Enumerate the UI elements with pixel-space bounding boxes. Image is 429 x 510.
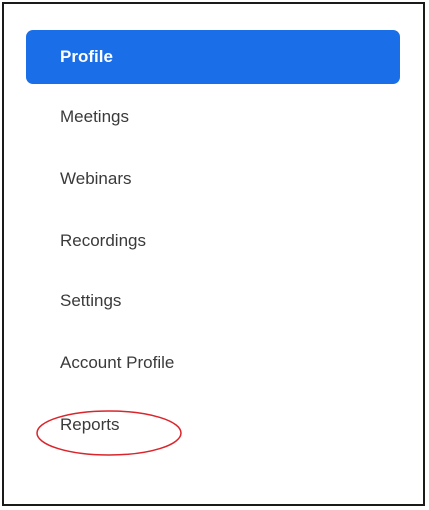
sidebar-item-recordings[interactable]: Recordings [26, 214, 400, 268]
sidebar-item-meetings[interactable]: Meetings [26, 90, 400, 144]
sidebar-item-profile[interactable]: Profile [26, 30, 400, 84]
sidebar-item-account-profile[interactable]: Account Profile [26, 336, 400, 390]
sidebar-panel: Profile Meetings Webinars Recordings Set… [2, 2, 425, 506]
sidebar-item-webinars[interactable]: Webinars [26, 152, 400, 206]
sidebar-item-settings[interactable]: Settings [26, 274, 400, 328]
sidebar-item-reports[interactable]: Reports [26, 398, 400, 452]
